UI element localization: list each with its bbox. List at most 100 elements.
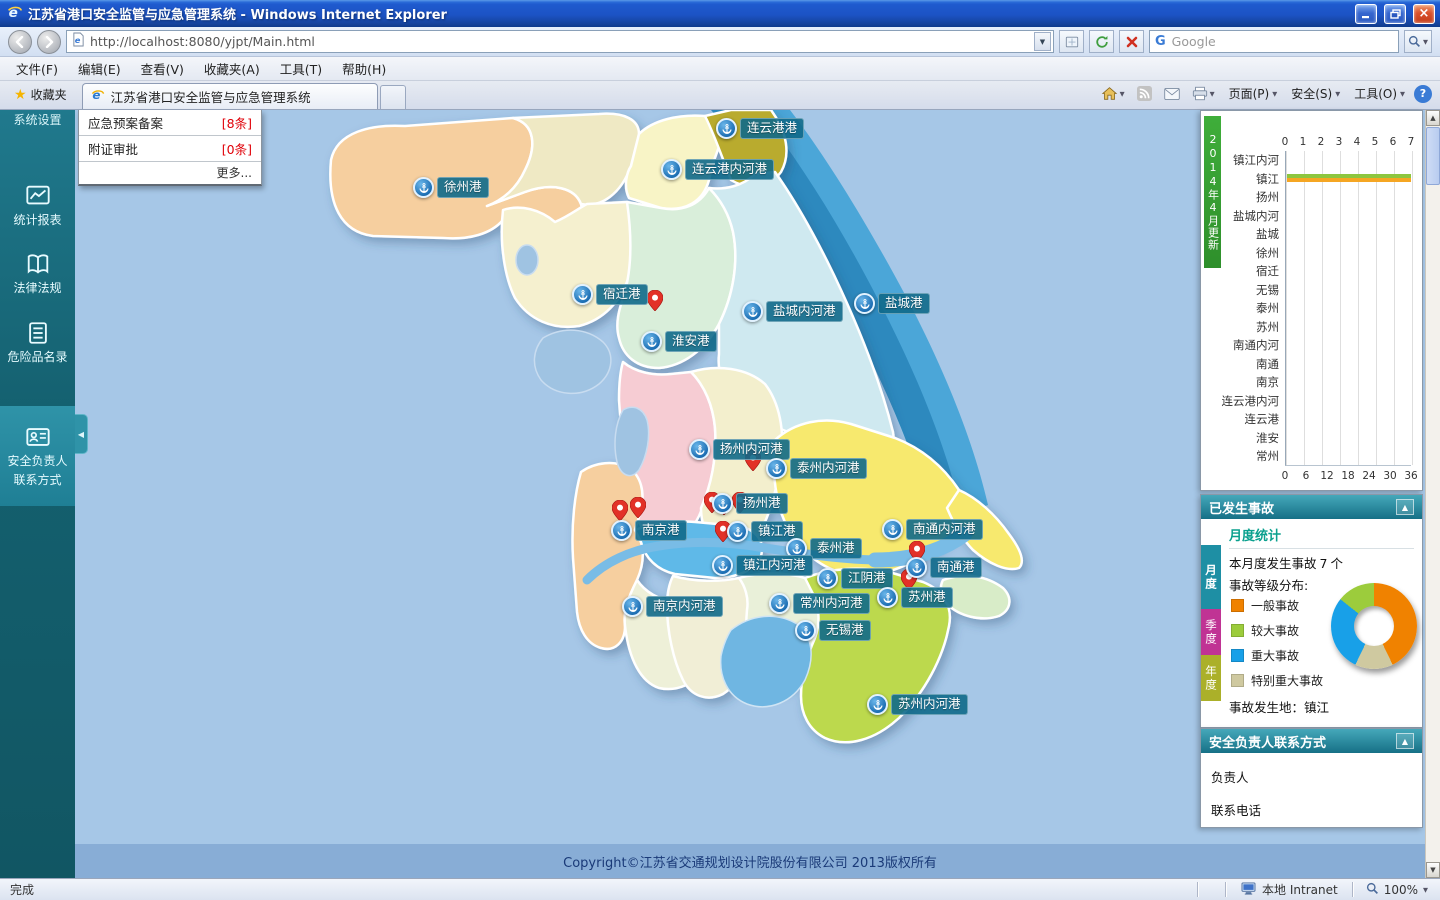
accident-tab-2[interactable]: 季度 xyxy=(1201,609,1221,655)
more-link[interactable]: 更多... xyxy=(79,162,261,184)
zoom-control[interactable]: 100% ▼ xyxy=(1354,882,1440,898)
restore-button[interactable] xyxy=(1384,3,1406,24)
port-label[interactable]: 泰州港 xyxy=(810,538,862,559)
address-input[interactable]: e http://localhost:8080/yjpt/Main.html ▼ xyxy=(66,30,1054,53)
port-marker[interactable]: 连云港港 xyxy=(716,118,805,139)
accident-panel-header[interactable]: 已发生事故 ▲ xyxy=(1201,495,1422,519)
accident-tab-1[interactable]: 月度 xyxy=(1201,545,1221,609)
port-label[interactable]: 镇江内河港 xyxy=(736,555,813,576)
port-label[interactable]: 苏州港 xyxy=(901,587,953,608)
toolbar-button[interactable]: 安全(S) ▼ xyxy=(1284,81,1347,106)
vertical-scrollbar[interactable]: ▲ ▼ xyxy=(1425,110,1440,878)
port-marker[interactable]: 常州内河港 xyxy=(769,593,870,614)
refresh-button[interactable] xyxy=(1089,30,1114,53)
search-button[interactable]: ▼ xyxy=(1404,30,1432,53)
address-dropdown-button[interactable]: ▼ xyxy=(1034,32,1051,51)
home-button[interactable]: ▼ xyxy=(1096,83,1130,104)
port-marker[interactable]: 江阴港 xyxy=(817,568,893,589)
menu-item[interactable]: 查看(V) xyxy=(131,56,194,81)
toolbar-button[interactable]: 页面(P) ▼ xyxy=(1222,81,1285,106)
collapse-icon[interactable]: ▲ xyxy=(1396,499,1414,515)
port-label[interactable]: 南京内河港 xyxy=(646,596,723,617)
forward-button[interactable] xyxy=(37,29,61,54)
favorites-button[interactable]: ★ 收藏夹 xyxy=(5,82,76,107)
port-label[interactable]: 南通内河港 xyxy=(906,519,983,540)
anchor-icon[interactable] xyxy=(622,596,643,617)
anchor-icon[interactable] xyxy=(712,555,733,576)
sidebar-collapse-arrow[interactable]: ◀ xyxy=(75,414,88,454)
port-label[interactable]: 苏州内河港 xyxy=(891,694,968,715)
scroll-down-button[interactable]: ▼ xyxy=(1426,862,1440,878)
anchor-icon[interactable] xyxy=(611,520,632,541)
menu-item[interactable]: 收藏夹(A) xyxy=(194,56,270,81)
port-label[interactable]: 泰州内河港 xyxy=(790,458,867,479)
anchor-icon[interactable] xyxy=(877,587,898,608)
help-button[interactable]: ? xyxy=(1414,84,1432,103)
port-label[interactable]: 盐城内河港 xyxy=(766,301,843,322)
port-marker[interactable]: 泰州内河港 xyxy=(766,458,867,479)
back-button[interactable] xyxy=(8,29,32,54)
anchor-icon[interactable] xyxy=(854,293,875,314)
notice-row[interactable]: 应急预案备案 [8条] xyxy=(79,110,261,136)
port-marker[interactable]: 盐城港 xyxy=(854,293,930,314)
contact-panel-header[interactable]: 安全负责人联系方式 ▲ xyxy=(1201,729,1422,753)
close-button[interactable]: × xyxy=(1413,3,1435,24)
menu-item[interactable]: 编辑(E) xyxy=(68,56,131,81)
port-label[interactable]: 扬州内河港 xyxy=(713,439,790,460)
search-input[interactable]: G Google xyxy=(1149,30,1399,53)
anchor-icon[interactable] xyxy=(712,493,733,514)
anchor-icon[interactable] xyxy=(742,301,763,322)
menu-item[interactable]: 工具(T) xyxy=(270,56,332,81)
port-marker[interactable]: 南京内河港 xyxy=(622,596,723,617)
toolbar-button[interactable]: 工具(O) ▼ xyxy=(1347,81,1412,106)
read-mail-button[interactable] xyxy=(1159,85,1185,103)
port-marker[interactable]: 南通港 xyxy=(906,557,982,578)
port-marker[interactable]: 南通内河港 xyxy=(882,519,983,540)
port-marker[interactable]: 扬州港 xyxy=(712,493,788,514)
port-label[interactable]: 宿迁港 xyxy=(596,284,648,305)
port-label[interactable]: 徐州港 xyxy=(437,177,489,198)
port-marker[interactable]: 扬州内河港 xyxy=(689,439,790,460)
anchor-icon[interactable] xyxy=(716,118,737,139)
sidebar-item-dangerous-goods[interactable]: 危险品名录 xyxy=(0,310,75,374)
anchor-icon[interactable] xyxy=(766,458,787,479)
sidebar-item-system-settings[interactable]: 系统设置 xyxy=(0,111,75,128)
compatibility-view-button[interactable] xyxy=(1059,30,1084,53)
port-label[interactable]: 连云港内河港 xyxy=(685,159,775,180)
port-marker[interactable]: 无锡港 xyxy=(795,620,871,641)
port-label[interactable]: 盐城港 xyxy=(878,293,930,314)
anchor-icon[interactable] xyxy=(413,177,434,198)
port-marker[interactable]: 苏州港 xyxy=(877,587,953,608)
sidebar-item-laws-regulations[interactable]: 法律法规 xyxy=(0,242,75,304)
print-button[interactable]: ▼ xyxy=(1187,83,1220,104)
notice-row[interactable]: 附证审批 [0条] xyxy=(79,136,261,162)
anchor-icon[interactable] xyxy=(641,331,662,352)
port-label[interactable]: 南通港 xyxy=(930,557,982,578)
feeds-button[interactable] xyxy=(1132,83,1157,104)
anchor-icon[interactable] xyxy=(906,557,927,578)
anchor-icon[interactable] xyxy=(817,568,838,589)
minimize-button[interactable] xyxy=(1355,3,1377,24)
port-marker[interactable]: 宿迁港 xyxy=(572,284,648,305)
port-label[interactable]: 连云港港 xyxy=(740,118,805,139)
sidebar-item-stats-report[interactable]: 统计报表 xyxy=(0,174,75,236)
port-marker[interactable]: 盐城内河港 xyxy=(742,301,843,322)
sidebar-item-safety-contact[interactable]: 安全负责人 联系方式 xyxy=(0,406,75,506)
anchor-icon[interactable] xyxy=(727,521,748,542)
port-label[interactable]: 淮安港 xyxy=(665,331,717,352)
menu-item[interactable]: 帮助(H) xyxy=(332,56,396,81)
scrollbar-thumb[interactable] xyxy=(1426,127,1440,185)
anchor-icon[interactable] xyxy=(769,593,790,614)
title-bar[interactable]: e 江苏省港口安全监管与应急管理系统 - Windows Internet Ex… xyxy=(0,0,1440,27)
port-label[interactable]: 常州内河港 xyxy=(793,593,870,614)
accident-tab-3[interactable]: 年度 xyxy=(1201,655,1221,701)
port-marker[interactable]: 连云港内河港 xyxy=(661,159,775,180)
anchor-icon[interactable] xyxy=(572,284,593,305)
anchor-icon[interactable] xyxy=(661,159,682,180)
port-marker[interactable]: 苏州内河港 xyxy=(867,694,968,715)
anchor-icon[interactable] xyxy=(867,694,888,715)
stop-button[interactable] xyxy=(1119,30,1144,53)
location-pin-icon[interactable] xyxy=(646,289,664,312)
anchor-icon[interactable] xyxy=(882,519,903,540)
location-pin-icon[interactable] xyxy=(611,499,629,522)
